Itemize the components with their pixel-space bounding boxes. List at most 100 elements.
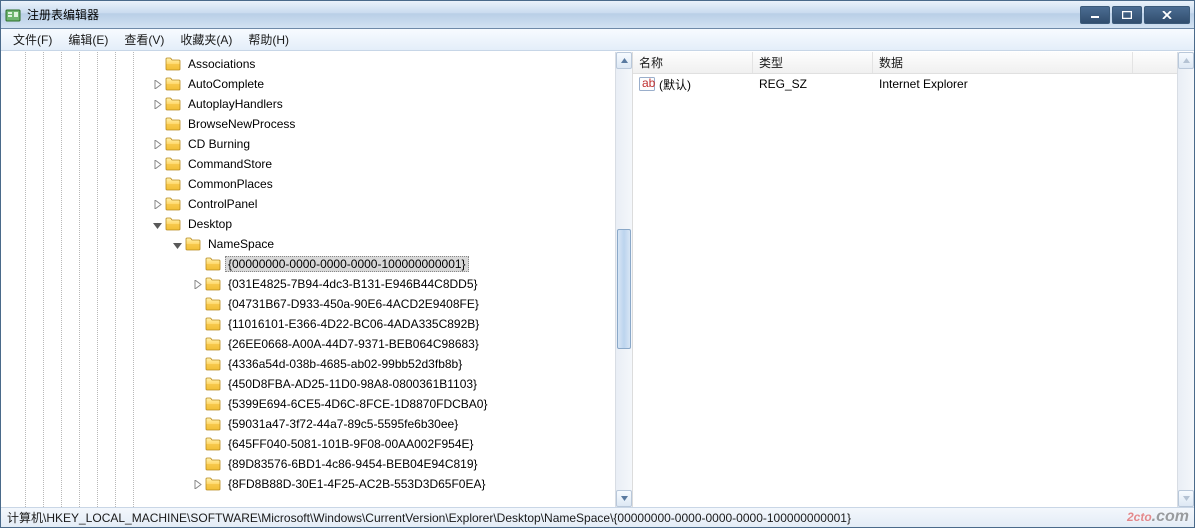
tree-item[interactable]: AutoplayHandlers bbox=[1, 94, 615, 114]
tree-item-label: AutoplayHandlers bbox=[185, 96, 286, 112]
tree-item[interactable]: {59031a47-3f72-44a7-89c5-5595fe6b30ee} bbox=[1, 414, 615, 434]
tree-item[interactable]: {5399E694-6CE5-4D6C-8FCE-1D8870FDCBA0} bbox=[1, 394, 615, 414]
tree-item[interactable]: {450D8FBA-AD25-11D0-98A8-0800361B1103} bbox=[1, 374, 615, 394]
value-name-cell: ab(默认) bbox=[633, 76, 753, 93]
chevron-right-icon[interactable] bbox=[151, 138, 163, 150]
minimize-button[interactable] bbox=[1080, 6, 1110, 24]
tree-expander-none bbox=[191, 258, 203, 270]
tree-item[interactable]: {031E4825-7B94-4dc3-B131-E946B44C8DD5} bbox=[1, 274, 615, 294]
tree-item[interactable]: CommandStore bbox=[1, 154, 615, 174]
folder-icon bbox=[165, 137, 181, 151]
folder-icon bbox=[165, 217, 181, 231]
chevron-right-icon[interactable] bbox=[191, 278, 203, 290]
tree-item-label: AutoComplete bbox=[185, 76, 267, 92]
maximize-button[interactable] bbox=[1112, 6, 1142, 24]
value-type-cell: REG_SZ bbox=[753, 77, 873, 91]
tree-expander-none bbox=[191, 338, 203, 350]
column-header-name[interactable]: 名称 bbox=[633, 52, 753, 73]
tree-item[interactable]: {11016101-E366-4D22-BC06-4ADA335C892B} bbox=[1, 314, 615, 334]
value-data-cell: Internet Explorer bbox=[873, 77, 1133, 91]
tree-item-label: {4336a54d-038b-4685-ab02-99bb52d3fb8b} bbox=[225, 356, 465, 372]
tree-item-label: {5399E694-6CE5-4D6C-8FCE-1D8870FDCBA0} bbox=[225, 396, 490, 412]
tree-item[interactable]: NameSpace bbox=[1, 234, 615, 254]
titlebar[interactable]: 注册表编辑器 bbox=[1, 1, 1194, 29]
menu-favorites[interactable]: 收藏夹(A) bbox=[174, 29, 238, 50]
statusbar: 计算机\HKEY_LOCAL_MACHINE\SOFTWARE\Microsof… bbox=[1, 507, 1194, 527]
folder-icon bbox=[205, 377, 221, 391]
scroll-down-button[interactable] bbox=[1178, 490, 1194, 507]
tree-expander-none bbox=[151, 178, 163, 190]
tree-pane: Associations AutoComplete AutoplayHandlers… bbox=[1, 52, 633, 507]
tree-item-label: ControlPanel bbox=[185, 196, 260, 212]
column-header-data[interactable]: 数据 bbox=[873, 52, 1133, 73]
menu-help[interactable]: 帮助(H) bbox=[242, 29, 295, 50]
scroll-up-button[interactable] bbox=[616, 52, 632, 69]
tree-item-label: {89D83576-6BD1-4c86-9454-BEB04E94C819} bbox=[225, 456, 481, 472]
tree-item-label: {8FD8B88D-30E1-4F25-AC2B-553D3D65F0EA} bbox=[225, 476, 488, 492]
app-window: 注册表编辑器 文件(F) 编辑(E) 查看(V) 收藏夹(A) 帮助(H) As… bbox=[0, 0, 1195, 528]
tree-expander-none bbox=[191, 458, 203, 470]
tree-item[interactable]: {4336a54d-038b-4685-ab02-99bb52d3fb8b} bbox=[1, 354, 615, 374]
chevron-down-icon[interactable] bbox=[151, 218, 163, 230]
tree-item-label: {04731B67-D933-450a-90E6-4ACD2E9408FE} bbox=[225, 296, 482, 312]
tree-item-label: NameSpace bbox=[205, 236, 277, 252]
tree-expander-none bbox=[191, 298, 203, 310]
tree-item[interactable]: ControlPanel bbox=[1, 194, 615, 214]
tree-item[interactable]: {26EE0668-A00A-44D7-9371-BEB064C98683} bbox=[1, 334, 615, 354]
tree-item-label: {450D8FBA-AD25-11D0-98A8-0800361B1103} bbox=[225, 376, 480, 392]
value-row[interactable]: ab(默认)REG_SZInternet Explorer bbox=[633, 74, 1194, 94]
folder-icon bbox=[205, 397, 221, 411]
scroll-thumb[interactable] bbox=[617, 229, 631, 349]
tree-item[interactable]: Desktop bbox=[1, 214, 615, 234]
chevron-right-icon[interactable] bbox=[151, 98, 163, 110]
list-scrollbar[interactable] bbox=[1177, 52, 1194, 507]
tree-item-label: {59031a47-3f72-44a7-89c5-5595fe6b30ee} bbox=[225, 416, 461, 432]
tree-item-label: Associations bbox=[185, 56, 258, 72]
folder-icon bbox=[205, 297, 221, 311]
tree-item[interactable]: {04731B67-D933-450a-90E6-4ACD2E9408FE} bbox=[1, 294, 615, 314]
tree-item[interactable]: {645FF040-5081-101B-9F08-00AA002F954E} bbox=[1, 434, 615, 454]
tree-expander-none bbox=[191, 378, 203, 390]
tree-item[interactable]: CommonPlaces bbox=[1, 174, 615, 194]
tree-item-label: Desktop bbox=[185, 216, 235, 232]
scroll-down-button[interactable] bbox=[616, 490, 632, 507]
app-icon bbox=[5, 7, 21, 23]
tree-item[interactable]: CD Burning bbox=[1, 134, 615, 154]
folder-icon bbox=[205, 437, 221, 451]
close-button[interactable] bbox=[1144, 6, 1190, 24]
tree-item[interactable]: {00000000-0000-0000-0000-100000000001} bbox=[1, 254, 615, 274]
folder-icon bbox=[205, 477, 221, 491]
status-path: 计算机\HKEY_LOCAL_MACHINE\SOFTWARE\Microsof… bbox=[7, 509, 851, 526]
tree-expander-none bbox=[191, 358, 203, 370]
tree-item-label: {031E4825-7B94-4dc3-B131-E946B44C8DD5} bbox=[225, 276, 481, 292]
tree-item[interactable]: AutoComplete bbox=[1, 74, 615, 94]
column-headers: 名称类型数据 bbox=[633, 52, 1194, 74]
menu-file[interactable]: 文件(F) bbox=[7, 29, 58, 50]
tree-expander-none bbox=[191, 438, 203, 450]
tree-expander-none bbox=[151, 118, 163, 130]
scroll-track[interactable] bbox=[616, 69, 632, 490]
chevron-right-icon[interactable] bbox=[151, 158, 163, 170]
tree-view[interactable]: Associations AutoComplete AutoplayHandlers… bbox=[1, 52, 615, 507]
tree-item[interactable]: {89D83576-6BD1-4c86-9454-BEB04E94C819} bbox=[1, 454, 615, 474]
tree-item-label: BrowseNewProcess bbox=[185, 116, 298, 132]
menu-view[interactable]: 查看(V) bbox=[118, 29, 170, 50]
chevron-right-icon[interactable] bbox=[191, 478, 203, 490]
column-header-type[interactable]: 类型 bbox=[753, 52, 873, 73]
values-list[interactable]: ab(默认)REG_SZInternet Explorer bbox=[633, 74, 1194, 507]
folder-icon bbox=[165, 97, 181, 111]
chevron-down-icon[interactable] bbox=[171, 238, 183, 250]
tree-item-label: CommonPlaces bbox=[185, 176, 276, 192]
menu-edit[interactable]: 编辑(E) bbox=[62, 29, 114, 50]
folder-icon bbox=[185, 237, 201, 251]
scroll-track[interactable] bbox=[1178, 69, 1194, 490]
tree-item[interactable]: BrowseNewProcess bbox=[1, 114, 615, 134]
folder-icon bbox=[165, 57, 181, 71]
tree-item[interactable]: Associations bbox=[1, 54, 615, 74]
chevron-right-icon[interactable] bbox=[151, 198, 163, 210]
scroll-up-button[interactable] bbox=[1178, 52, 1194, 69]
tree-item[interactable]: {8FD8B88D-30E1-4F25-AC2B-553D3D65F0EA} bbox=[1, 474, 615, 494]
tree-item-label: CommandStore bbox=[185, 156, 275, 172]
chevron-right-icon[interactable] bbox=[151, 78, 163, 90]
tree-scrollbar[interactable] bbox=[615, 52, 632, 507]
